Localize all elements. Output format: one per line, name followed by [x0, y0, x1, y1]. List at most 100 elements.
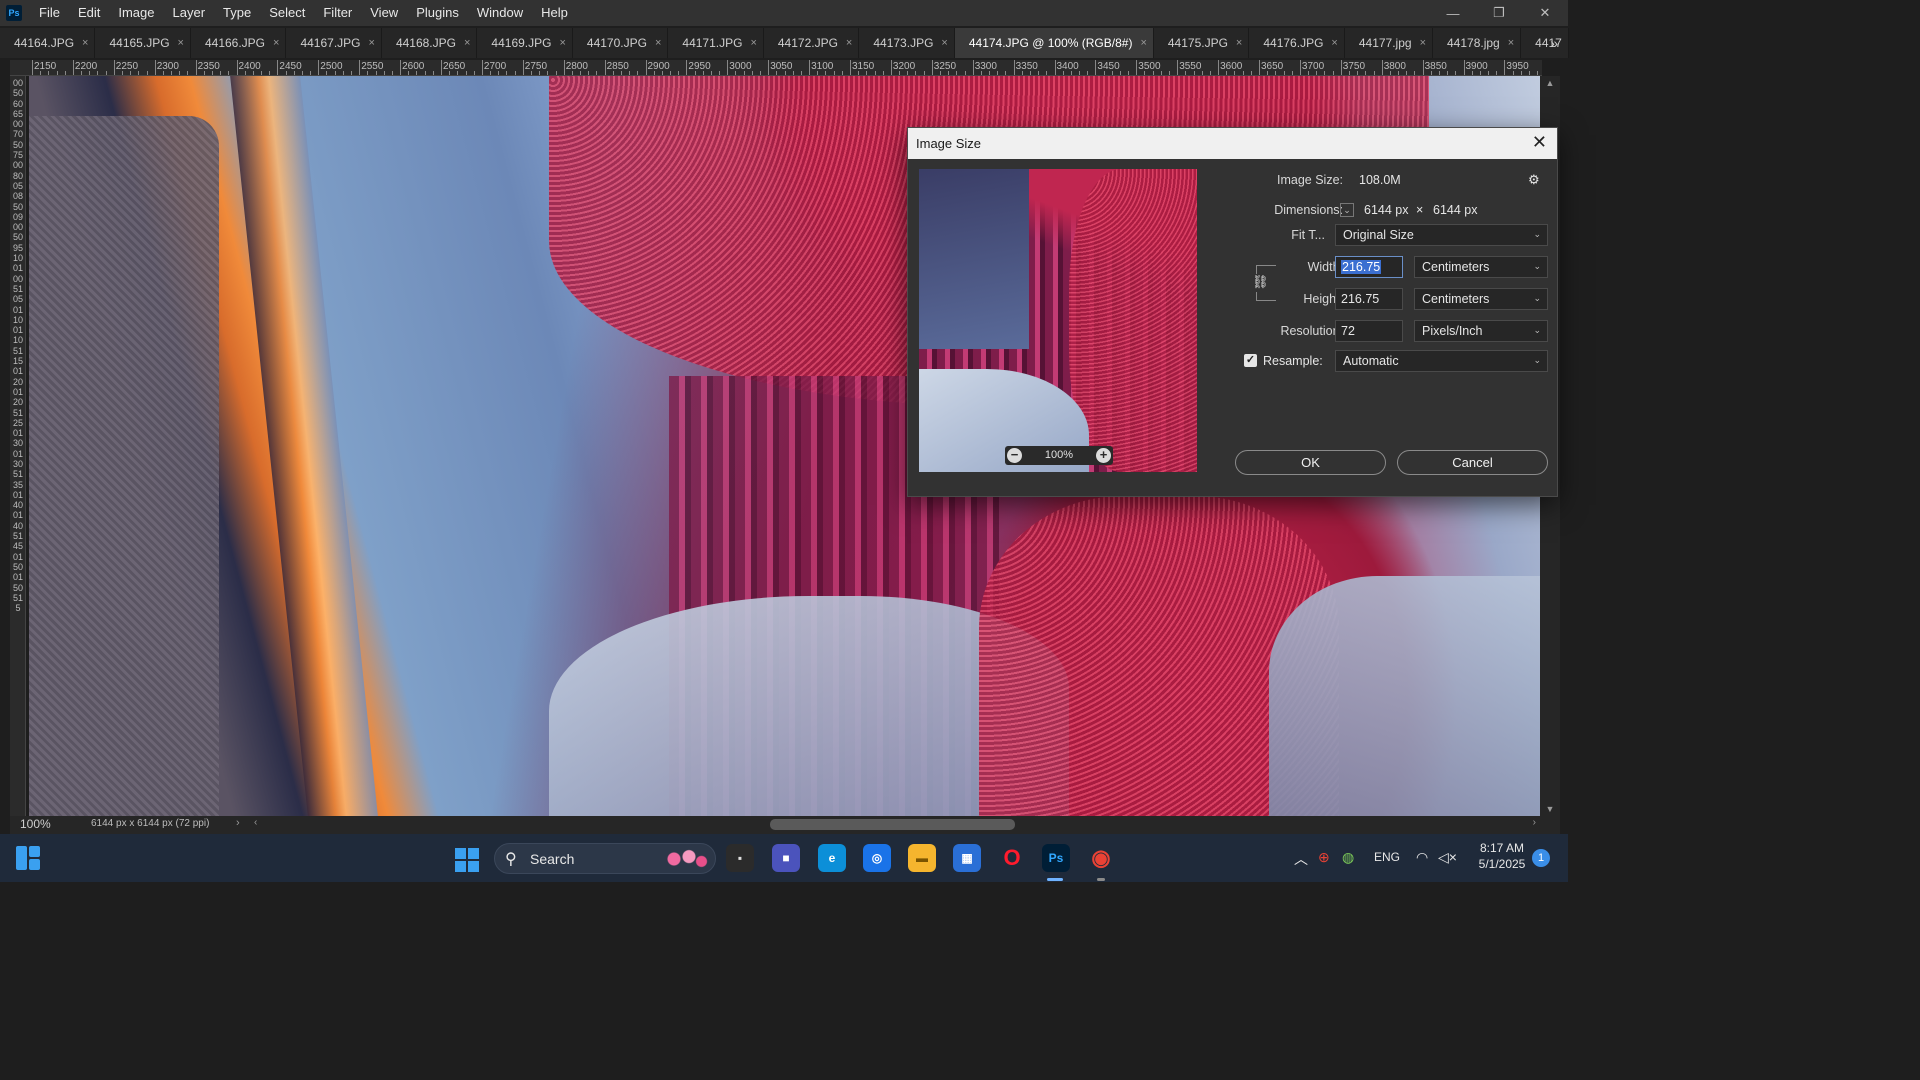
document-tab[interactable]: 44174.JPG @ 100% (RGB/8#) × — [954, 28, 1154, 58]
chrome-app-icon[interactable]: ◉ — [1087, 844, 1115, 872]
zoom-readout[interactable]: 100% — [20, 817, 51, 831]
vpn-icon[interactable]: ⊕ — [1318, 849, 1330, 866]
resolution-unit-select[interactable]: Pixels/Inch ⌄ — [1414, 320, 1548, 342]
cancel-button[interactable]: Cancel — [1397, 450, 1548, 475]
explorer-app-icon[interactable]: ▬ — [908, 844, 936, 872]
ruler-tick-label: 3800 — [1383, 61, 1406, 72]
tab-close-icon[interactable]: × — [655, 37, 661, 49]
document-tab[interactable]: 44176.JPG × — [1249, 28, 1345, 58]
horizontal-scroll-thumb[interactable] — [770, 819, 1015, 830]
menu-layer[interactable]: Layer — [164, 0, 215, 26]
start-menu-icon[interactable] — [455, 848, 479, 872]
notification-badge[interactable]: 1 — [1532, 849, 1550, 867]
restore-button[interactable]: ❐ — [1476, 0, 1522, 26]
ok-button[interactable]: OK — [1235, 450, 1386, 475]
edge-app-icon[interactable]: e — [818, 844, 846, 872]
ruler-minor-tick — [571, 71, 573, 75]
menu-plugins[interactable]: Plugins — [407, 0, 468, 26]
document-tab[interactable]: 44177.jpg × — [1345, 28, 1433, 58]
menu-type[interactable]: Type — [214, 0, 260, 26]
menu-image[interactable]: Image — [109, 0, 163, 26]
tab-close-icon[interactable]: × — [750, 37, 756, 49]
globe-icon[interactable]: ◍ — [1342, 849, 1354, 866]
fit-to-select[interactable]: Original Size ⌄ — [1335, 224, 1548, 246]
dialog-titlebar[interactable]: Image Size ✕ — [908, 128, 1557, 159]
tab-close-icon[interactable]: × — [82, 37, 88, 49]
width-input[interactable]: 216.75 — [1335, 256, 1403, 278]
photoshop-app-icon[interactable]: Ps — [1042, 844, 1070, 872]
menu-filter[interactable]: Filter — [314, 0, 361, 26]
document-tab[interactable]: 44173.JPG × — [859, 28, 955, 58]
ruler-minor-tick — [342, 71, 344, 75]
document-tab[interactable]: 44168.JPG × — [382, 28, 478, 58]
clock-date[interactable]: 5/1/2025 — [1472, 857, 1532, 871]
menu-view[interactable]: View — [361, 0, 407, 26]
height-unit-select[interactable]: Centimeters ⌄ — [1414, 288, 1548, 310]
height-input[interactable]: 216.75 — [1335, 288, 1403, 310]
document-tab[interactable]: 44178.jpg × — [1433, 28, 1522, 58]
tab-close-icon[interactable]: × — [846, 37, 852, 49]
chevron-up-icon[interactable]: ︿ — [1294, 849, 1308, 869]
widgets-icon[interactable] — [16, 846, 42, 870]
document-tab[interactable]: 44166.JPG × — [191, 28, 287, 58]
language-indicator[interactable]: ENG — [1374, 850, 1400, 864]
menu-edit[interactable]: Edit — [69, 0, 109, 26]
document-tab[interactable]: 44169.JPG × — [477, 28, 573, 58]
tab-close-icon[interactable]: × — [1420, 37, 1426, 49]
taskbar-search-box[interactable]: ⚲ Search — [494, 843, 716, 874]
image-preview[interactable]: 100% − + — [919, 169, 1197, 472]
close-window-button[interactable]: ✕ — [1522, 0, 1568, 26]
document-tab[interactable]: 44165.JPG × — [95, 28, 191, 58]
dimensions-dropdown-icon[interactable]: ⌄ — [1340, 203, 1354, 217]
status-menu-arrow-icon[interactable]: › — [236, 817, 240, 829]
task-view-app-icon[interactable]: ▪ — [726, 844, 754, 872]
tab-close-icon[interactable]: × — [1331, 37, 1337, 49]
tab-close-icon[interactable]: × — [1140, 37, 1146, 49]
lens-app-icon[interactable]: ◎ — [863, 844, 891, 872]
tab-overflow-icon[interactable]: » — [1550, 28, 1558, 58]
tab-close-icon[interactable]: × — [464, 37, 470, 49]
tab-close-icon[interactable]: × — [941, 37, 947, 49]
document-tab[interactable]: 4417 — [1521, 28, 1569, 58]
document-tab[interactable]: 44171.JPG × — [668, 28, 764, 58]
store-app-icon[interactable]: ▦ — [953, 844, 981, 872]
menu-window[interactable]: Window — [468, 0, 532, 26]
document-tab[interactable]: 44172.JPG × — [764, 28, 860, 58]
scroll-up-icon[interactable]: ▲ — [1540, 78, 1560, 88]
ruler-minor-tick — [1365, 71, 1367, 75]
document-tab[interactable]: 44175.JPG × — [1154, 28, 1250, 58]
meet-app-icon[interactable]: ■ — [772, 844, 800, 872]
opera-app-icon[interactable]: O — [998, 844, 1026, 872]
tab-close-icon[interactable]: × — [1508, 37, 1514, 49]
tab-close-icon[interactable]: × — [273, 37, 279, 49]
document-tab[interactable]: 44167.JPG × — [286, 28, 382, 58]
tab-close-icon[interactable]: × — [559, 37, 565, 49]
clock-time[interactable]: 8:17 AM — [1476, 841, 1528, 855]
horizontal-scrollbar[interactable]: ‹ › — [250, 816, 1540, 834]
resample-select[interactable]: Automatic ⌄ — [1335, 350, 1548, 372]
tab-close-icon[interactable]: × — [178, 37, 184, 49]
zoom-in-icon[interactable]: + — [1096, 448, 1111, 463]
height-input-value: 216.75 — [1341, 292, 1380, 306]
horizontal-ruler: 2150 2200 2250 2300 2350 2400 2450 2500 2550 2600… — [10, 60, 1542, 76]
zoom-out-icon[interactable]: − — [1007, 448, 1022, 463]
link-icon[interactable]: ⛓ — [1252, 274, 1269, 292]
menu-select[interactable]: Select — [260, 0, 314, 26]
menu-file[interactable]: File — [30, 0, 69, 26]
menu-help[interactable]: Help — [532, 0, 577, 26]
width-unit-select[interactable]: Centimeters ⌄ — [1414, 256, 1548, 278]
resolution-input[interactable]: 72 — [1335, 320, 1403, 342]
volume-muted-icon[interactable]: ◁× — [1438, 849, 1457, 866]
gear-icon[interactable]: ⚙ — [1528, 172, 1540, 188]
minimize-button[interactable]: — — [1430, 0, 1476, 26]
scroll-left-icon[interactable]: ‹ — [254, 817, 257, 828]
document-tab[interactable]: 44170.JPG × — [573, 28, 669, 58]
scroll-right-icon[interactable]: › — [1533, 817, 1536, 828]
document-tab[interactable]: 44164.JPG × — [0, 28, 96, 58]
wifi-icon[interactable]: ◠ — [1416, 849, 1428, 866]
tab-close-icon[interactable]: × — [1236, 37, 1242, 49]
dialog-close-button[interactable]: ✕ — [1532, 132, 1547, 153]
scroll-down-icon[interactable]: ▼ — [1540, 804, 1560, 814]
tab-close-icon[interactable]: × — [369, 37, 375, 49]
resample-checkbox[interactable]: ✓ — [1244, 354, 1257, 367]
